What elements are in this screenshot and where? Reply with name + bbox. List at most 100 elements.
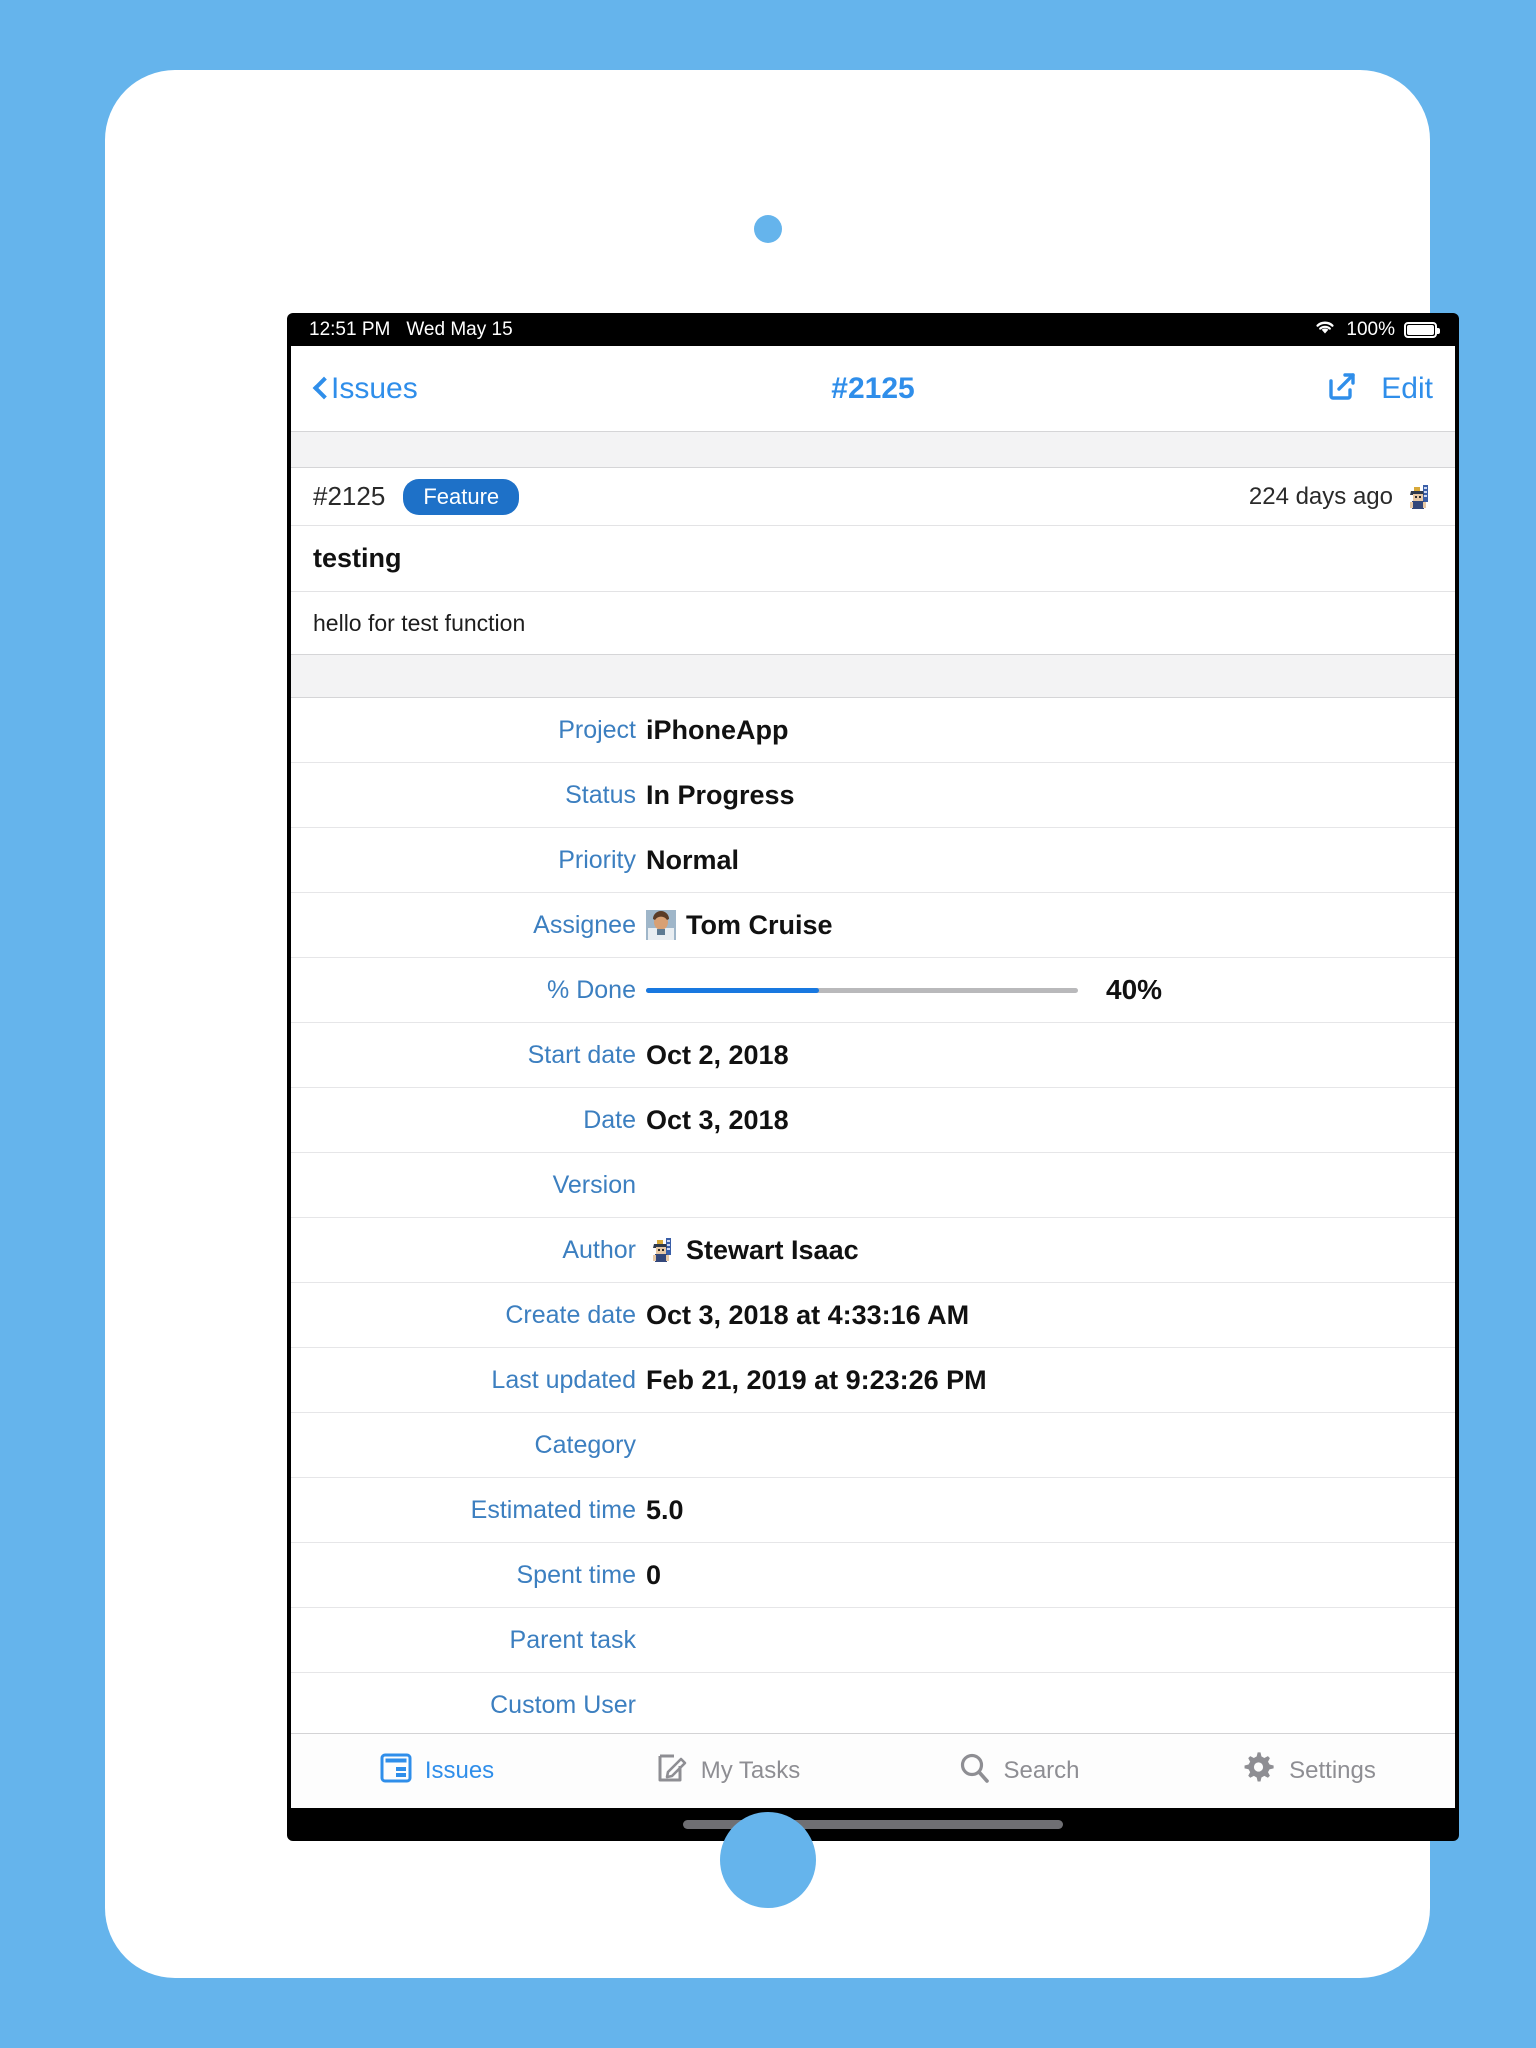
section-spacer-middle bbox=[291, 654, 1455, 698]
tab-issues-label: Issues bbox=[424, 1757, 495, 1784]
field-label: Priority bbox=[558, 845, 636, 874]
issue-age-label: 224 days ago bbox=[1248, 482, 1393, 510]
tab-bar: Issues My Tasks Search Settings bbox=[291, 1733, 1455, 1808]
status-bar-left: 12:51 PM Wed May 15 bbox=[309, 319, 513, 341]
navigation-bar-right: Edit bbox=[1325, 369, 1433, 408]
person-avatar-icon bbox=[646, 910, 676, 940]
field-value-text: Normal bbox=[646, 844, 740, 875]
field-label: Create date bbox=[505, 1300, 636, 1329]
field-value: Stewart Isaac bbox=[646, 1235, 859, 1266]
page-title: #2125 bbox=[831, 371, 915, 405]
field-value-text: Oct 3, 2018 bbox=[646, 1104, 789, 1135]
app-viewport: Issues #2125 Edit #2125 Feature 224 days… bbox=[291, 346, 1455, 1808]
tab-search-label: Search bbox=[1003, 1757, 1080, 1784]
progress-bar-track bbox=[646, 987, 1078, 993]
edit-button[interactable]: Edit bbox=[1381, 372, 1433, 406]
field-row[interactable]: Estimated time 5.0 bbox=[291, 1478, 1455, 1543]
device-screen: 12:51 PM Wed May 15 100% Issues #2125 Ed… bbox=[287, 313, 1459, 1841]
tab-settings-label: Settings bbox=[1289, 1757, 1376, 1784]
field-label: Start date bbox=[527, 1040, 636, 1069]
field-value-text: iPhoneApp bbox=[646, 714, 789, 745]
field-label: Parent task bbox=[509, 1625, 636, 1654]
field-row[interactable]: Category bbox=[291, 1413, 1455, 1478]
share-icon[interactable] bbox=[1325, 369, 1359, 408]
issue-detail-field-list: Project iPhoneApp Status In Progress Priorit… bbox=[291, 698, 1455, 1738]
field-row[interactable]: Create date Oct 3, 2018 at 4:33:16 AM bbox=[291, 1283, 1455, 1348]
tab-my-tasks[interactable]: My Tasks bbox=[582, 1751, 873, 1792]
gear-icon bbox=[1243, 1751, 1277, 1792]
battery-percent-label: 100% bbox=[1346, 318, 1395, 340]
navigation-bar: Issues #2125 Edit bbox=[291, 346, 1455, 431]
status-bar-date: Wed May 15 bbox=[406, 318, 513, 340]
issues-card-icon bbox=[379, 1752, 413, 1791]
field-value-text: Feb 21, 2019 at 9:23:26 PM bbox=[646, 1364, 987, 1395]
field-label: Project bbox=[558, 715, 636, 744]
tab-issues[interactable]: Issues bbox=[291, 1752, 582, 1791]
issue-description: hello for test function bbox=[291, 592, 1455, 654]
field-label: Status bbox=[565, 780, 636, 809]
field-row[interactable]: Last updated Feb 21, 2019 at 9:23:26 PM bbox=[291, 1348, 1455, 1413]
pencil-note-icon bbox=[655, 1751, 689, 1792]
tab-settings[interactable]: Settings bbox=[1164, 1751, 1455, 1792]
field-row[interactable]: Start date Oct 2, 2018 bbox=[291, 1023, 1455, 1088]
field-row[interactable]: Project iPhoneApp bbox=[291, 698, 1455, 763]
field-value: In Progress bbox=[646, 780, 795, 811]
field-row[interactable]: Assignee Tom Cruise bbox=[291, 893, 1455, 958]
back-to-issues-button[interactable]: Issues bbox=[313, 372, 418, 406]
field-label: Assignee bbox=[533, 910, 636, 939]
field-value-text: Oct 2, 2018 bbox=[646, 1039, 789, 1070]
field-value: Feb 21, 2019 at 9:23:26 PM bbox=[646, 1365, 987, 1396]
samurai-avatar-icon bbox=[646, 1235, 676, 1265]
field-value: iPhoneApp bbox=[646, 715, 789, 746]
tablet-device-frame: 12:51 PM Wed May 15 100% Issues #2125 Ed… bbox=[105, 70, 1459, 1978]
search-icon bbox=[957, 1751, 991, 1792]
wifi-icon bbox=[1313, 318, 1337, 342]
field-value: 40% bbox=[646, 974, 1433, 1006]
back-button-label: Issues bbox=[331, 371, 418, 405]
field-row[interactable]: Version bbox=[291, 1153, 1455, 1218]
field-value: 5.0 bbox=[646, 1495, 684, 1526]
field-value: Tom Cruise bbox=[646, 910, 833, 941]
field-label: Author bbox=[562, 1235, 636, 1264]
field-label: Category bbox=[534, 1430, 636, 1459]
field-value: 0 bbox=[646, 1560, 661, 1591]
field-row[interactable]: Date Oct 3, 2018 bbox=[291, 1088, 1455, 1153]
field-row[interactable]: Spent time 0 bbox=[291, 1543, 1455, 1608]
issue-tracker-badge: Feature bbox=[403, 478, 520, 515]
field-value-text: 0 bbox=[646, 1559, 662, 1590]
field-label: Spent time bbox=[516, 1560, 636, 1589]
field-value-text: Oct 3, 2018 at 4:33:16 AM bbox=[646, 1299, 970, 1330]
field-row[interactable]: Status In Progress bbox=[291, 763, 1455, 828]
field-value: Normal bbox=[646, 845, 739, 876]
field-row[interactable]: Parent task bbox=[291, 1608, 1455, 1673]
field-label: Date bbox=[583, 1105, 636, 1134]
field-label: Last updated bbox=[491, 1365, 636, 1394]
field-value-text: In Progress bbox=[646, 779, 795, 810]
field-row[interactable]: Author Stewart Isaac bbox=[291, 1218, 1455, 1283]
field-row[interactable]: Custom User bbox=[291, 1673, 1455, 1738]
home-button[interactable] bbox=[719, 1812, 816, 1908]
field-row[interactable]: % Done 40% bbox=[291, 958, 1455, 1023]
samurai-avatar-icon bbox=[1403, 482, 1433, 512]
field-label: Version bbox=[552, 1170, 636, 1199]
field-value-text: Stewart Isaac bbox=[686, 1234, 859, 1265]
field-label: Estimated time bbox=[470, 1495, 636, 1524]
field-label: % Done bbox=[547, 975, 636, 1004]
battery-fill bbox=[1407, 324, 1434, 335]
ios-status-bar: 12:51 PM Wed May 15 100% bbox=[287, 313, 1459, 346]
tab-search[interactable]: Search bbox=[873, 1751, 1164, 1792]
tab-my-tasks-label: My Tasks bbox=[700, 1757, 801, 1784]
chevron-left-icon bbox=[313, 376, 327, 402]
field-row[interactable]: Priority Normal bbox=[291, 828, 1455, 893]
field-label: Custom User bbox=[490, 1690, 636, 1719]
front-camera-dot bbox=[753, 215, 782, 243]
field-value-text: 5.0 bbox=[646, 1494, 684, 1525]
status-bar-right: 100% bbox=[1313, 318, 1440, 342]
battery-icon bbox=[1404, 321, 1440, 338]
issue-age-wrap: 224 days ago bbox=[1249, 482, 1433, 512]
field-value: Oct 3, 2018 at 4:33:16 AM bbox=[646, 1300, 969, 1331]
field-value-text: Tom Cruise bbox=[686, 909, 833, 940]
field-value: Oct 2, 2018 bbox=[646, 1040, 789, 1071]
issue-subject: testing bbox=[291, 526, 1455, 592]
field-value: Oct 3, 2018 bbox=[646, 1105, 789, 1136]
